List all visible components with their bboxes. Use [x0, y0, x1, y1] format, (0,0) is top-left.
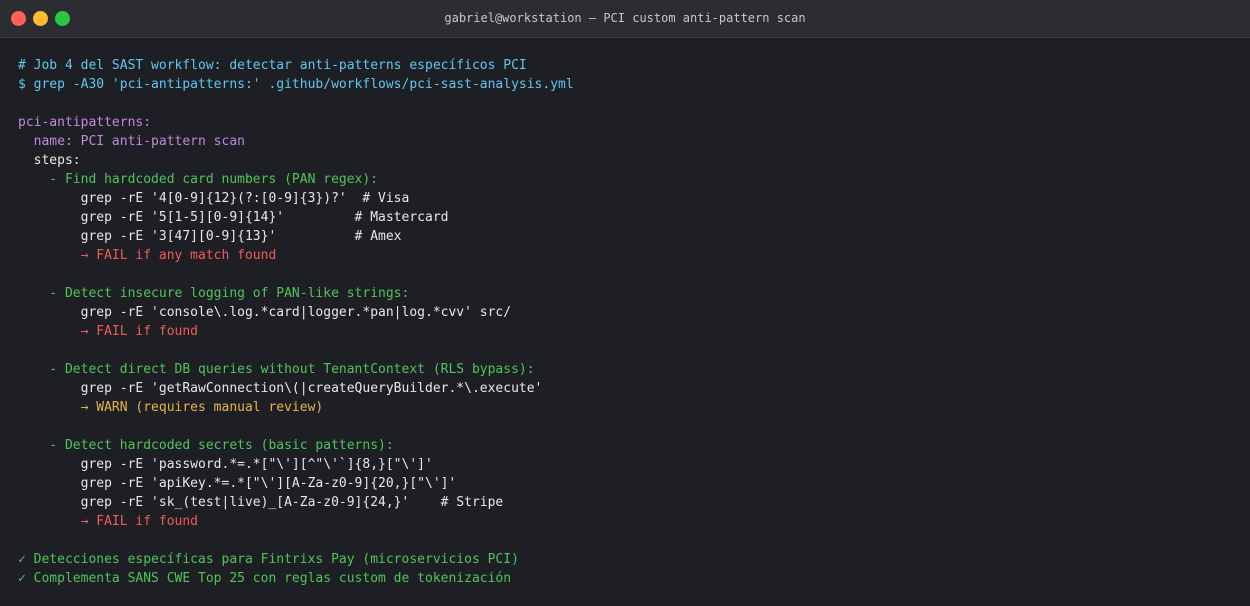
terminal-line: → FAIL if any match found: [18, 248, 277, 263]
terminal-line: grep -rE '4[0-9]{12}(?:[0-9]{3})?' # Vis…: [18, 191, 410, 206]
terminal-line: → WARN (requires manual review): [18, 400, 324, 415]
terminal-line: - Detect direct DB queries without Tenan…: [18, 362, 535, 377]
terminal-line: - Detect hardcoded secrets (basic patter…: [18, 438, 394, 453]
terminal-line: $ grep -A30 'pci-antipatterns:' .github/…: [18, 77, 574, 92]
terminal-line: grep -rE 'getRawConnection\(|createQuery…: [18, 381, 543, 396]
terminal-line: grep -rE '5[1-5][0-9]{14}' # Mastercard: [18, 210, 449, 225]
terminal-line: # Job 4 del SAST workflow: detectar anti…: [18, 58, 527, 73]
window-title: gabriel@workstation — PCI custom anti-pa…: [444, 11, 806, 25]
terminal-line: → FAIL if found: [18, 324, 199, 339]
terminal-line: grep -rE '3[47][0-9]{13}' # Amex: [18, 229, 402, 244]
title-bar[interactable]: gabriel@workstation — PCI custom anti-pa…: [0, 0, 1250, 38]
terminal-window: gabriel@workstation — PCI custom anti-pa…: [0, 0, 1250, 606]
terminal-line: grep -rE 'apiKey.*=.*["\'][A-Za-z0-9]{20…: [18, 476, 457, 491]
terminal-line: → FAIL if found: [18, 514, 199, 529]
terminal-line: pci-antipatterns:: [18, 115, 152, 130]
terminal-output[interactable]: # Job 4 del SAST workflow: detectar anti…: [0, 38, 1250, 588]
terminal-line: name: PCI anti-pattern scan: [18, 134, 245, 149]
terminal-line: ✓ Detecciones específicas para Fintrixs …: [18, 552, 519, 567]
terminal-line: grep -rE 'password.*=.*["\'][^"\'`]{8,}[…: [18, 457, 433, 472]
terminal-line: - Find hardcoded card numbers (PAN regex…: [18, 172, 379, 187]
terminal-line: ✓ Complementa SANS CWE Top 25 con reglas…: [18, 571, 512, 586]
terminal-line: grep -rE 'console\.log.*card|logger.*pan…: [18, 305, 512, 320]
terminal-line: steps:: [18, 153, 81, 168]
terminal-line: grep -rE 'sk_(test|live)_[A-Za-z0-9]{24,…: [18, 495, 504, 510]
terminal-line: - Detect insecure logging of PAN-like st…: [18, 286, 410, 301]
